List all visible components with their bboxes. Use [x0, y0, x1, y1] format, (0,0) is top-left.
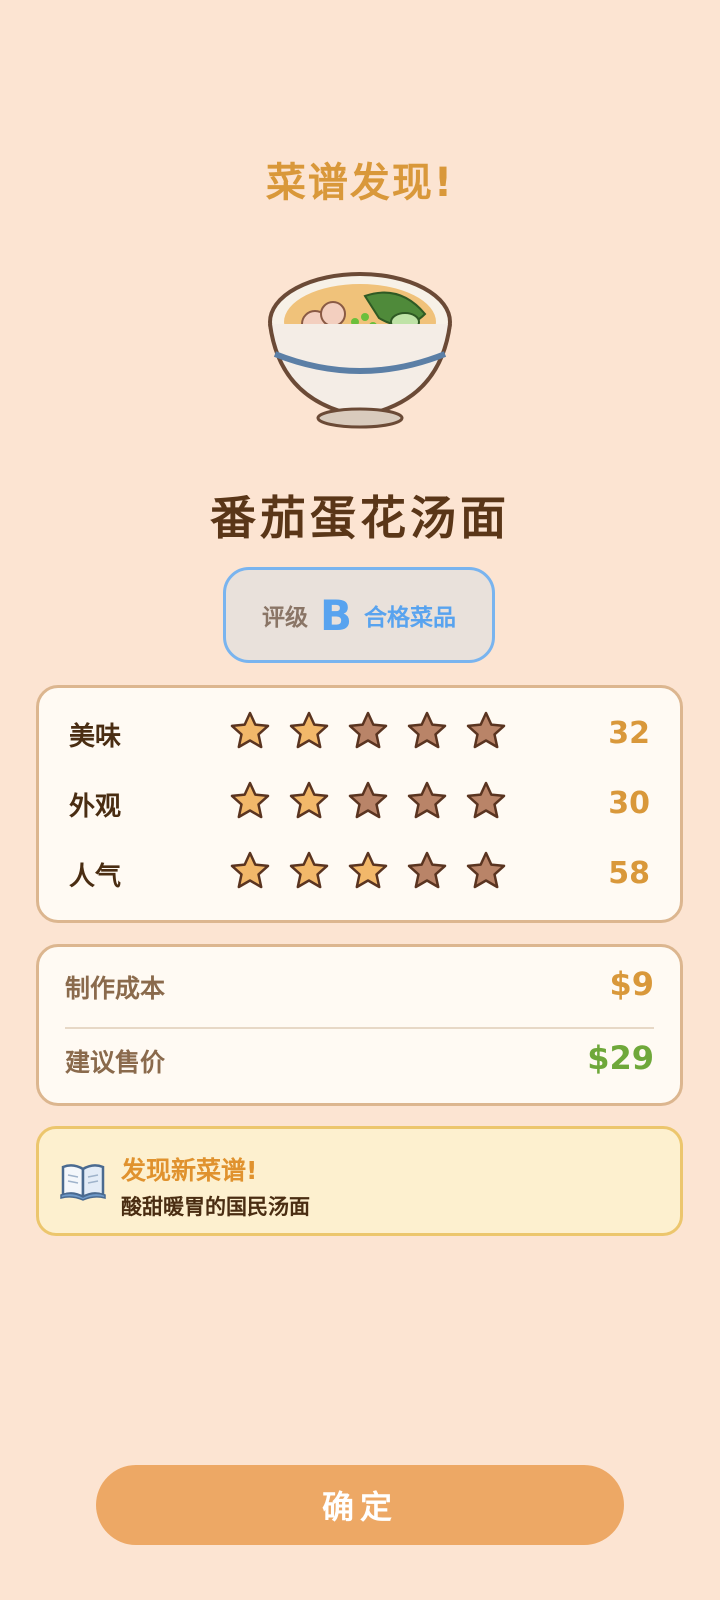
stat-value: 30	[608, 786, 650, 821]
star-filled-icon	[230, 781, 270, 819]
grade-letter: B	[319, 590, 352, 640]
star-empty-icon	[466, 781, 506, 819]
divider	[65, 1027, 654, 1029]
dish-name: 番茄蛋花汤面	[210, 491, 510, 545]
noodle-bowl-icon	[265, 262, 455, 432]
star-empty-icon	[407, 851, 447, 889]
cost-label: 制作成本	[65, 974, 166, 1003]
star-rating	[229, 780, 507, 822]
cost-row: 制作成本 $9	[65, 957, 654, 1017]
stats-card: 美味 32 外观 30 人气 58	[36, 685, 683, 923]
stat-row-appearance: 外观 30	[39, 774, 680, 834]
stat-value: 58	[608, 856, 650, 891]
price-label: 建议售价	[65, 1048, 166, 1077]
confirm-button[interactable]: 确定	[96, 1465, 624, 1545]
grade-prefix: 评级	[261, 605, 308, 631]
star-rating	[229, 850, 507, 892]
star-empty-icon	[466, 711, 506, 749]
star-filled-icon	[230, 851, 270, 889]
stat-label: 美味	[69, 722, 122, 752]
notice-subtitle: 酸甜暖胃的国民汤面	[121, 1195, 310, 1219]
star-filled-icon	[348, 851, 388, 889]
price-row: 建议售价 $29	[65, 1031, 654, 1091]
star-empty-icon	[466, 851, 506, 889]
star-rating	[229, 710, 507, 752]
new-recipe-notice: 发现新菜谱! 酸甜暖胃的国民汤面	[36, 1126, 683, 1236]
open-book-icon	[60, 1164, 106, 1201]
stat-value: 32	[608, 716, 650, 751]
star-empty-icon	[348, 781, 388, 819]
star-filled-icon	[289, 781, 329, 819]
star-filled-icon	[289, 711, 329, 749]
stat-label: 人气	[69, 862, 122, 892]
stat-label: 外观	[69, 792, 122, 822]
star-filled-icon	[230, 711, 270, 749]
star-empty-icon	[407, 711, 447, 749]
star-empty-icon	[348, 711, 388, 749]
notice-title: 发现新菜谱!	[121, 1156, 258, 1185]
price-value: $29	[587, 1039, 654, 1077]
star-filled-icon	[289, 851, 329, 889]
economics-card: 制作成本 $9 建议售价 $29	[36, 944, 683, 1106]
stat-row-popularity: 人气 58	[39, 844, 680, 904]
star-empty-icon	[407, 781, 447, 819]
grade-badge: 评级 B 合格菜品	[223, 567, 495, 663]
page-title: 菜谱发现!	[265, 160, 455, 206]
stat-row-taste: 美味 32	[39, 704, 680, 764]
cost-value: $9	[609, 965, 654, 1003]
grade-description: 合格菜品	[364, 605, 456, 631]
